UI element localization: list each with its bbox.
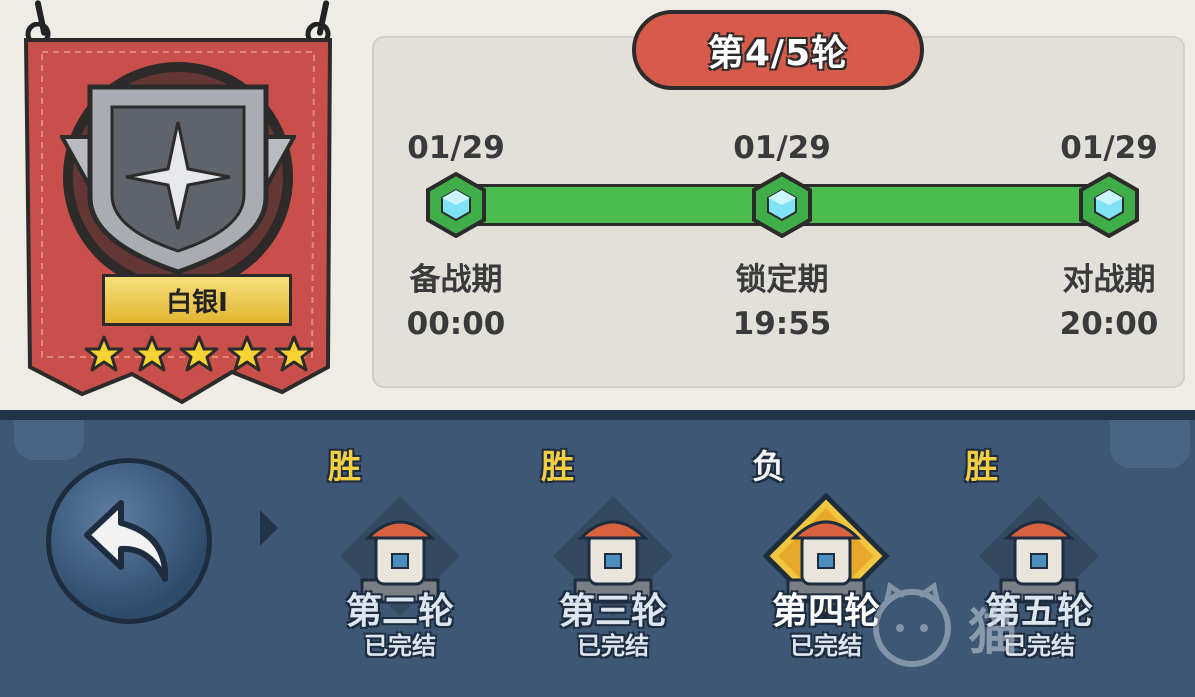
round-result: 负	[752, 447, 785, 486]
star-icon	[274, 335, 314, 372]
bar-drip	[14, 420, 84, 460]
phase-time: 20:00	[1059, 306, 1159, 342]
star-icon	[179, 335, 219, 372]
round-item[interactable]: 胜 第三轮 已完结	[513, 440, 713, 690]
round-result: 胜	[541, 447, 574, 486]
phase-time: 19:55	[732, 306, 832, 342]
rank-tier-label: 白银I	[102, 274, 292, 326]
phase-time: 00:00	[406, 306, 506, 342]
star-icon	[227, 335, 266, 372]
back-arrow-icon	[84, 500, 169, 582]
rank-banner: 白银I	[22, 21, 334, 407]
scroll-left-arrow[interactable]	[260, 510, 278, 546]
round-status: 已完结	[577, 632, 649, 660]
watermark-text: 猫	[968, 603, 1022, 661]
phase-date: 01/29	[407, 130, 505, 166]
star-icon	[132, 335, 171, 372]
rank-stars	[84, 334, 314, 374]
round-status: 已完结	[364, 632, 436, 660]
round-header: 第4/5轮	[632, 10, 924, 90]
gem-node-icon	[426, 172, 486, 238]
phase-name: 对战期	[1062, 262, 1156, 298]
back-button[interactable]	[46, 458, 212, 624]
phase-date: 01/29	[733, 130, 831, 166]
phase-name: 锁定期	[735, 262, 829, 298]
phase-name: 备战期	[409, 262, 503, 298]
shield-emblem-icon	[60, 84, 296, 275]
star-icon	[84, 335, 124, 372]
rounds-bar-edge	[0, 410, 1195, 420]
round-item[interactable]: 胜 第二轮 已完结	[300, 440, 500, 690]
round-result: 胜	[965, 447, 998, 486]
phase-date: 01/29	[1060, 130, 1158, 166]
gem-node-icon	[752, 172, 812, 238]
round-result: 胜	[328, 447, 361, 486]
gem-node-icon	[1079, 172, 1139, 238]
